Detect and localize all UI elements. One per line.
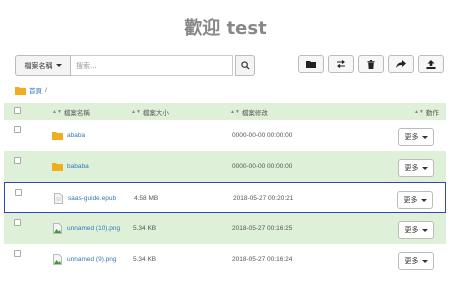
more-actions-button[interactable]: 更多 xyxy=(398,252,434,270)
swap-icon xyxy=(337,60,345,68)
file-name-link[interactable]: unnamed (9).png xyxy=(67,256,117,263)
file-modified: 2018-05-27 00:20:21 xyxy=(233,195,294,202)
caret-down-icon xyxy=(420,198,427,202)
more-actions-button[interactable]: 更多 xyxy=(398,221,434,239)
breadcrumb: 首頁 / xyxy=(15,85,47,95)
file-modified: 0000-00-00 00:00:00 xyxy=(232,132,293,139)
folder-icon xyxy=(306,61,316,68)
column-header-actions: ▲▼ 動作 xyxy=(414,108,439,117)
delete-button[interactable] xyxy=(358,55,384,73)
row-checkbox[interactable] xyxy=(14,219,21,226)
table-row[interactable]: bababa 0000-00-00 00:00:00 更多 xyxy=(4,151,446,182)
column-header-modified[interactable]: ▲▼ 檔案修改 xyxy=(230,103,268,120)
document-icon xyxy=(53,193,64,204)
row-checkbox[interactable] xyxy=(15,189,22,196)
column-header-size[interactable]: ▲▼ 檔案大小 xyxy=(131,103,169,120)
file-table: ▲▼ 檔案名稱 ▲▼ 檔案大小 ▲▼ 檔案修改 ▲▼ 動作 ababa 0000… xyxy=(4,103,446,275)
more-actions-button[interactable]: 更多 xyxy=(397,191,433,209)
caret-down-icon xyxy=(55,64,62,67)
folder-icon xyxy=(52,130,63,141)
sort-icon: ▲▼ xyxy=(230,108,240,115)
breadcrumb-home-link[interactable]: 首頁 xyxy=(29,85,42,95)
new-folder-button[interactable] xyxy=(298,55,324,73)
file-modified: 0000-00-00 00:00:00 xyxy=(232,163,293,170)
share-button[interactable] xyxy=(388,55,414,73)
file-modified: 2018-05-27 00:16:25 xyxy=(232,225,293,232)
share-forward-icon xyxy=(396,60,406,68)
row-checkbox[interactable] xyxy=(14,250,21,257)
table-header: ▲▼ 檔案名稱 ▲▼ 檔案大小 ▲▼ 檔案修改 ▲▼ 動作 xyxy=(4,103,446,120)
row-checkbox[interactable] xyxy=(14,126,21,133)
toolbar-actions xyxy=(298,55,444,73)
more-actions-button[interactable]: 更多 xyxy=(398,159,434,177)
caret-down-icon xyxy=(421,166,428,170)
upload-button[interactable] xyxy=(418,55,444,73)
table-row[interactable]: ababa 0000-00-00 00:00:00 更多 xyxy=(4,120,446,151)
table-row[interactable]: unnamed (9).png 5.34 KB 2018-05-27 00:16… xyxy=(4,244,446,275)
file-name-link[interactable]: unnamed (10).png xyxy=(67,225,120,232)
file-name-link[interactable]: saas-guide.epub xyxy=(68,195,116,202)
trash-icon xyxy=(367,59,375,69)
search-field-label: 檔案名稱 xyxy=(24,62,53,70)
upload-icon xyxy=(426,59,436,69)
column-header-name[interactable]: ▲▼ 檔案名稱 xyxy=(52,103,90,120)
more-actions-button[interactable]: 更多 xyxy=(398,128,434,146)
caret-down-icon xyxy=(421,259,428,263)
breadcrumb-separator: / xyxy=(45,86,47,94)
file-name-link[interactable]: ababa xyxy=(67,132,85,139)
select-all-checkbox[interactable] xyxy=(14,107,21,114)
search-input[interactable] xyxy=(71,55,233,76)
folder-icon xyxy=(15,86,26,95)
file-size: 4.58 MB xyxy=(134,195,159,202)
file-name-link[interactable]: bababa xyxy=(67,163,89,170)
sort-icon: ▲▼ xyxy=(414,108,424,115)
table-row[interactable]: unnamed (10).png 5.34 KB 2018-05-27 00:1… xyxy=(4,213,446,244)
caret-down-icon xyxy=(421,135,428,139)
caret-down-icon xyxy=(421,228,428,232)
search-icon xyxy=(240,61,250,70)
table-row[interactable]: saas-guide.epub 4.58 MB 2018-05-27 00:20… xyxy=(4,182,446,213)
page-title: 歡迎 test xyxy=(184,18,267,39)
search-button[interactable] xyxy=(235,55,255,76)
file-modified: 2018-05-27 00:16:24 xyxy=(232,256,293,263)
search-field-dropdown[interactable]: 檔案名稱 xyxy=(15,55,71,76)
sort-icon: ▲▼ xyxy=(52,108,62,115)
image-file-icon xyxy=(52,254,63,265)
folder-icon xyxy=(52,161,63,172)
search-bar: 檔案名稱 xyxy=(15,55,255,76)
sort-icon: ▲▼ xyxy=(131,108,141,115)
move-button[interactable] xyxy=(328,55,354,73)
file-size: 5.34 KB xyxy=(133,225,157,232)
image-file-icon xyxy=(52,223,63,234)
file-size: 5.34 KB xyxy=(133,256,157,263)
row-checkbox[interactable] xyxy=(14,157,21,164)
